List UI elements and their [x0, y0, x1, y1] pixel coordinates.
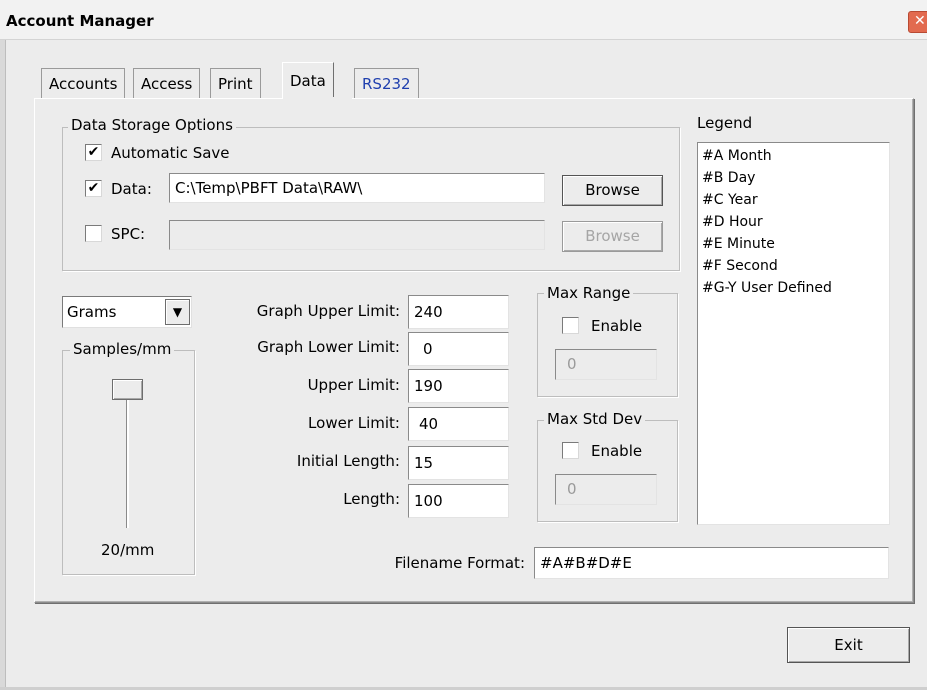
length-label: Length: [343, 490, 400, 508]
lower-limit-label: Lower Limit: [308, 414, 400, 432]
graph-lower-limit-label: Graph Lower Limit: [257, 338, 400, 356]
list-item: #A Month [702, 148, 772, 164]
tab-print[interactable]: Print [210, 68, 261, 99]
automatic-save-label: Automatic Save [111, 144, 230, 162]
max-std-dev-group [537, 420, 678, 522]
max-std-dev-group-label: Max Std Dev [544, 411, 646, 427]
close-icon: ✕ [914, 13, 926, 29]
list-item: #B Day [702, 170, 756, 186]
list-item: #F Second [702, 258, 778, 274]
samples-group-label: Samples/mm [70, 341, 175, 357]
list-item: #D Hour [702, 214, 763, 230]
samples-value: 20/mm [101, 541, 155, 559]
tab-label: Accounts [49, 75, 118, 93]
tab-label: Data [290, 72, 326, 90]
check-icon: ✔ [87, 144, 100, 160]
spc-label: SPC: [111, 225, 146, 243]
graph-upper-limit-label: Graph Upper Limit: [256, 302, 400, 320]
max-std-dev-input[interactable]: 0 [555, 474, 657, 505]
tab-accounts[interactable]: Accounts [41, 68, 126, 99]
max-range-enable-label: Enable [591, 317, 643, 335]
samples-slider-track[interactable] [126, 390, 129, 528]
max-std-dev-enable-label: Enable [591, 442, 643, 460]
filename-format-input[interactable]: #A#B#D#E [534, 547, 889, 579]
spc-browse-button[interactable]: Browse [562, 221, 663, 252]
exit-button[interactable]: Exit [787, 627, 910, 663]
initial-length-label: Initial Length: [296, 452, 400, 470]
list-item: #E Minute [702, 236, 775, 252]
max-range-enable-checkbox[interactable] [562, 317, 579, 334]
tab-label: RS232 [362, 75, 411, 93]
max-range-group-label: Max Range [544, 285, 634, 301]
units-dropdown-button[interactable]: ▼ [165, 299, 190, 325]
length-input[interactable]: 100 [408, 484, 509, 518]
close-button[interactable]: ✕ [908, 11, 927, 33]
legend-list[interactable]: #A Month #B Day #C Year #D Hour #E Minut… [697, 142, 890, 525]
window-frame-left [0, 40, 6, 690]
spc-path-input[interactable] [169, 220, 545, 250]
samples-slider-thumb[interactable] [112, 379, 143, 400]
automatic-save-checkbox[interactable]: ✔ [85, 144, 102, 161]
graph-upper-limit-input[interactable]: 240 [408, 295, 509, 329]
lower-limit-input[interactable]: 40 [408, 407, 509, 441]
legend-label: Legend [697, 114, 753, 132]
upper-limit-input[interactable]: 190 [408, 369, 509, 403]
data-path-input[interactable]: C:\Temp\PBFT Data\RAW\ [169, 173, 545, 203]
tab-label: Access [141, 75, 193, 93]
check-icon: ✔ [87, 180, 100, 196]
spc-checkbox[interactable] [85, 225, 102, 242]
data-checkbox[interactable]: ✔ [85, 180, 102, 197]
max-range-input[interactable]: 0 [555, 349, 657, 380]
tab-data[interactable]: Data [282, 62, 334, 99]
units-select-value: Grams [67, 303, 117, 321]
tab-label: Print [218, 75, 253, 93]
data-label: Data: [111, 180, 152, 198]
data-browse-button[interactable]: Browse [562, 175, 663, 206]
window-title: Account Manager [6, 12, 154, 30]
max-std-dev-enable-checkbox[interactable] [562, 442, 579, 459]
list-item: #G-Y User Defined [702, 280, 832, 296]
initial-length-input[interactable]: 15 [408, 446, 509, 480]
graph-lower-limit-input[interactable]: 0 [408, 332, 509, 366]
max-range-group [537, 293, 678, 397]
chevron-down-icon: ▼ [172, 305, 183, 319]
filename-format-label: Filename Format: [394, 554, 525, 572]
tab-access[interactable]: Access [133, 68, 201, 99]
list-item: #C Year [702, 192, 758, 208]
tab-rs232[interactable]: RS232 [354, 68, 419, 99]
active-tab-joint [283, 97, 352, 100]
upper-limit-label: Upper Limit: [307, 376, 400, 394]
data-storage-group-label: Data Storage Options [68, 117, 236, 133]
